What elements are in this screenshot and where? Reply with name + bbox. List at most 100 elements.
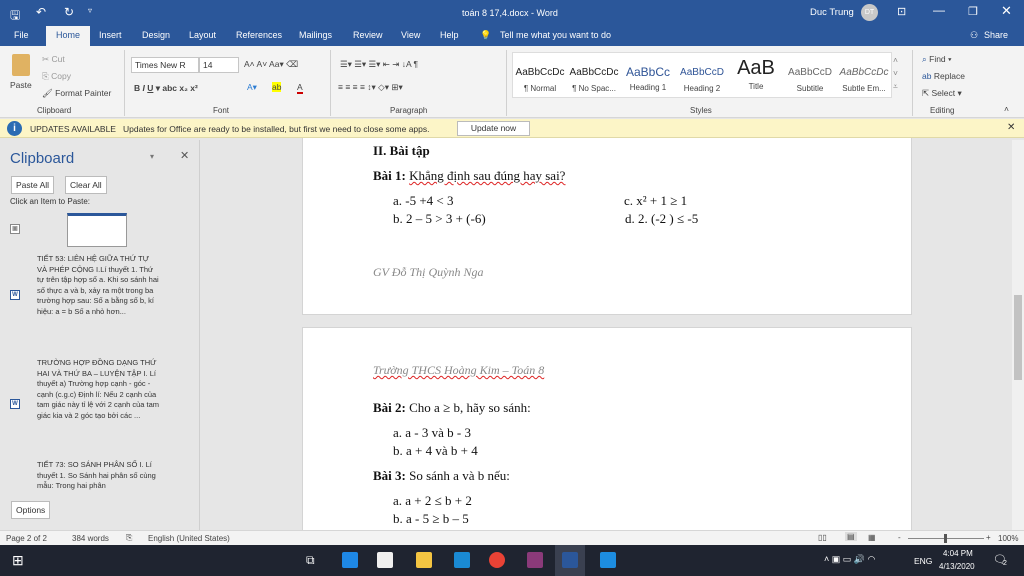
zoom-in-button[interactable]: + (986, 533, 991, 542)
document-page-2[interactable]: Trường THCS Hoàng Kim – Toán 8 Bài 2: Ch… (302, 327, 912, 530)
clipboard-item[interactable]: TIẾT 53: LIÊN HỆ GIỮA THỨ TỰ VÀ PHÉP CỘN… (37, 254, 161, 317)
clipboard-pane: Clipboard ▾ ✕ Paste All Clear All Click … (0, 140, 200, 530)
clock-date[interactable]: 4/13/2020 (939, 562, 975, 571)
user-name[interactable]: Duc Trung (810, 7, 854, 18)
styles-scroll[interactable]: ˄ ˅ ⩡ (893, 54, 898, 93)
page-count[interactable]: Page 2 of 2 (6, 534, 47, 543)
list-buttons[interactable]: ☰▾ ☰▾ ☰▾ ⇤ ⇥ ↓A ¶ (340, 59, 418, 70)
tab-review[interactable]: Review (353, 30, 383, 40)
tell-me-input[interactable]: Tell me what you want to do (500, 30, 611, 40)
ribbon-display-options-icon[interactable]: ⊡ (897, 5, 906, 18)
task-view-icon[interactable]: ⧉ (306, 553, 315, 568)
tab-insert[interactable]: Insert (99, 30, 122, 40)
text-effects-icon[interactable]: A▾ (247, 82, 257, 93)
style-no-spacing[interactable]: AaBbCcDc ¶ No Spac... (567, 67, 621, 93)
zoom-out-button[interactable]: - (898, 533, 901, 542)
zalo-icon[interactable] (600, 552, 616, 568)
font-format-buttons[interactable]: B I U ▾ abc x₂ x² (134, 83, 198, 94)
find-button: ⌕ Find ▾ (922, 54, 952, 64)
close-button[interactable]: ✕ (1001, 3, 1012, 19)
document-title: toán 8 17,4.docx - Word (462, 8, 558, 18)
style-normal[interactable]: AaBbCcDc ¶ Normal (513, 67, 567, 93)
vertical-scrollbar[interactable] (1012, 140, 1024, 530)
windows-start-icon[interactable]: ⊞ (12, 552, 24, 569)
exercise-3-item: b. a - 5 ≥ b – 5 (393, 511, 469, 526)
clear-all-button[interactable]: Clear All (65, 176, 107, 194)
font-group-label: Font (213, 106, 230, 115)
print-layout-icon[interactable]: ▤ (845, 532, 857, 541)
scrollbar-thumb[interactable] (1014, 295, 1022, 380)
avatar[interactable]: DT (861, 4, 878, 21)
close-notification-icon[interactable]: ✕ (1007, 122, 1015, 133)
document-page-1[interactable]: II. Bài tập Bài 1: Khẳng định sau đúng h… (302, 138, 912, 315)
save-icon[interactable]: 🖫 (10, 6, 20, 27)
winrar-icon[interactable] (527, 552, 543, 568)
clipboard-item[interactable]: TRƯỜNG HỢP ĐỒNG DẠNG THỨ HAI VÀ THỨ BA –… (37, 358, 161, 421)
font-name-select[interactable]: Times New R (131, 57, 199, 73)
undo-icon[interactable]: ↶ (36, 5, 46, 19)
font-size-buttons[interactable]: A˄ A˅ Aa▾ ⌫ (244, 59, 298, 70)
align-buttons[interactable]: ≡ ≡ ≡ ≡ ↕▾ ◇▾ ⊞▾ (338, 82, 403, 93)
style-subtle-emphasis[interactable]: AaBbCcDc Subtle Em... (837, 67, 891, 93)
pane-options-icon[interactable]: ▾ (150, 152, 154, 161)
tab-references[interactable]: References (236, 30, 282, 40)
tab-mailings[interactable]: Mailings (299, 30, 332, 40)
redo-icon[interactable]: ↻ (64, 5, 74, 19)
style-heading-1[interactable]: AaBbCc Heading 1 (621, 65, 675, 92)
tab-design[interactable]: Design (142, 30, 170, 40)
system-tray-icons[interactable]: ˄ ▣ ▭ 🔊 ◠ (824, 554, 875, 565)
file-explorer-icon[interactable] (416, 552, 432, 568)
clipboard-item[interactable]: TIẾT 73: SO SÁNH PHÂN SỐ I. Lí thuyết 1.… (37, 460, 161, 494)
font-color-icon[interactable]: A (297, 82, 303, 94)
language[interactable]: English (United States) (148, 534, 230, 543)
copy-icon: ⎘ (42, 71, 52, 81)
paste-button[interactable]: Paste (10, 80, 32, 90)
style-subtitle[interactable]: AaBbCcD Subtitle (783, 67, 837, 93)
format-painter-button: 🖌 Format Painter (42, 88, 112, 98)
replace-button: ab Replace (922, 71, 966, 81)
word-count[interactable]: 384 words (72, 534, 109, 543)
brush-icon: 🖌 (42, 88, 56, 98)
clipboard-item-screenshot[interactable] (67, 213, 127, 247)
zoom-slider-thumb[interactable] (944, 534, 947, 543)
tab-help[interactable]: Help (440, 30, 459, 40)
styles-gallery: AaBbCcDc ¶ Normal AaBbCcDc ¶ No Spac... Aa… (512, 52, 892, 98)
font-size-select[interactable]: 14 (199, 57, 239, 73)
select-button: ⇱ Select ▾ (922, 88, 962, 98)
minimize-button[interactable]: — (933, 3, 945, 17)
zoom-level[interactable]: 100% (998, 534, 1018, 543)
share-button[interactable]: Share (984, 30, 1008, 40)
input-language[interactable]: ENG (914, 556, 932, 566)
restore-button[interactable]: ❐ (968, 5, 978, 18)
store-icon[interactable] (377, 552, 393, 568)
update-title: UPDATES AVAILABLE (30, 124, 116, 134)
style-title[interactable]: AaB Title (729, 57, 783, 91)
edge-icon[interactable] (342, 552, 358, 568)
highlight-icon[interactable]: ab (272, 82, 282, 92)
tab-file[interactable]: File (14, 30, 29, 40)
style-heading-2[interactable]: AaBbCcD Heading 2 (675, 67, 729, 93)
editing-group-label: Editing (930, 106, 955, 115)
mail-icon[interactable] (454, 552, 470, 568)
tab-layout[interactable]: Layout (189, 30, 216, 40)
customize-qat-icon[interactable]: ▿ (88, 6, 92, 15)
pane-title: Clipboard (10, 150, 75, 167)
read-mode-icon[interactable]: ▯▯ (818, 533, 827, 542)
chrome-icon[interactable] (489, 552, 505, 568)
update-now-button[interactable]: Update now (457, 121, 530, 136)
page-header: Trường THCS Hoàng Kim – Toán 8 (373, 363, 545, 377)
status-bar: Page 2 of 2 384 words ⎘ English (United … (0, 530, 1024, 545)
collapse-ribbon-icon[interactable]: ˄ (1004, 104, 1009, 114)
tab-home[interactable]: Home (46, 26, 91, 46)
clock-time[interactable]: 4:04 PM (943, 549, 973, 558)
styles-group-label: Styles (690, 106, 712, 115)
close-pane-icon[interactable]: ✕ (180, 149, 189, 162)
paste-all-button[interactable]: Paste All (11, 176, 55, 194)
word-taskbar-icon[interactable] (562, 552, 578, 568)
options-button[interactable]: Options (11, 501, 51, 519)
exercise-3-item: a. a + 2 ≤ b + 2 (393, 493, 472, 508)
web-layout-icon[interactable]: ▦ (868, 533, 876, 542)
paste-icon[interactable] (12, 54, 30, 76)
tab-view[interactable]: View (401, 30, 420, 40)
proofing-icon[interactable]: ⎘ (126, 533, 132, 543)
